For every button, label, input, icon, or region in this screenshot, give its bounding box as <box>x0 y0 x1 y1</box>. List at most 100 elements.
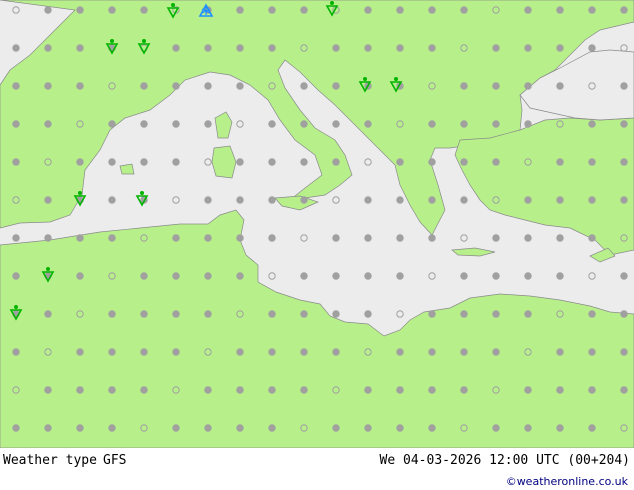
weather-dot <box>108 348 116 356</box>
weather-dot <box>76 82 84 90</box>
weather-dot <box>300 348 308 356</box>
weather-dot <box>492 272 500 280</box>
weather-dot <box>556 82 564 90</box>
weather-dot <box>588 348 596 356</box>
weather-dot <box>300 196 308 204</box>
weather-dot <box>204 386 212 394</box>
weather-dot <box>172 82 180 90</box>
weather-dot <box>204 310 212 318</box>
weather-dot <box>524 272 532 280</box>
weather-dot <box>172 120 180 128</box>
weather-dot <box>140 120 148 128</box>
weather-dot <box>524 82 532 90</box>
weather-dot <box>524 196 532 204</box>
weather-dot <box>428 196 436 204</box>
weather-dot <box>428 6 436 14</box>
weather-dot <box>588 310 596 318</box>
weather-dot <box>588 424 596 432</box>
weather-dot <box>620 120 628 128</box>
weather-dot <box>268 120 276 128</box>
weather-dot <box>44 44 52 52</box>
weather-dot <box>140 6 148 14</box>
weather-dot <box>460 120 468 128</box>
weather-dot <box>428 386 436 394</box>
weather-dot <box>108 234 116 242</box>
weather-dot <box>172 348 180 356</box>
weather-dot <box>460 386 468 394</box>
weather-dot <box>204 196 212 204</box>
weather-dot <box>236 82 244 90</box>
weather-dot <box>524 120 532 128</box>
weather-dot <box>300 386 308 394</box>
weather-dot <box>236 44 244 52</box>
weather-dot <box>108 386 116 394</box>
weather-dot <box>268 158 276 166</box>
weather-dot <box>268 196 276 204</box>
weather-dot <box>172 424 180 432</box>
weather-dot <box>236 348 244 356</box>
weather-dot <box>44 196 52 204</box>
weather-dot <box>428 310 436 318</box>
weather-map <box>0 0 634 448</box>
weather-dot <box>620 82 628 90</box>
weather-dot <box>268 386 276 394</box>
credit-link[interactable]: ©weatheronline.co.uk <box>506 475 628 488</box>
weather-dot <box>588 44 596 52</box>
weather-dot <box>300 158 308 166</box>
weather-dot <box>460 310 468 318</box>
weather-dot <box>396 158 404 166</box>
weather-dot <box>268 6 276 14</box>
datetime-label: We 04-03-2026 12:00 UTC (00+204) <box>379 453 630 468</box>
weather-dot <box>44 6 52 14</box>
weather-dot <box>332 120 340 128</box>
weather-dot <box>588 196 596 204</box>
weather-dot <box>236 196 244 204</box>
weather-dot <box>332 272 340 280</box>
weather-dot <box>12 82 20 90</box>
weather-dot <box>364 44 372 52</box>
weather-dot <box>460 6 468 14</box>
weather-dot <box>524 234 532 242</box>
weather-dot <box>364 424 372 432</box>
model-label: GFS <box>103 453 127 468</box>
weather-dot <box>140 310 148 318</box>
weather-dot <box>76 44 84 52</box>
weather-dot <box>268 44 276 52</box>
weather-dot <box>300 272 308 280</box>
weather-dot <box>108 424 116 432</box>
weather-dot <box>396 6 404 14</box>
weather-dot <box>492 310 500 318</box>
weather-dot <box>428 234 436 242</box>
weather-dot <box>524 386 532 394</box>
weather-dot <box>268 348 276 356</box>
weather-dot <box>396 272 404 280</box>
weather-dot <box>396 234 404 242</box>
weather-dot <box>492 234 500 242</box>
weather-dot <box>236 272 244 280</box>
weather-dot <box>76 386 84 394</box>
weather-dot <box>492 120 500 128</box>
weather-dot <box>76 158 84 166</box>
weather-dot <box>588 120 596 128</box>
weather-dot <box>364 6 372 14</box>
legend-label: Weather type <box>3 453 97 468</box>
weather-dot <box>364 196 372 204</box>
weather-dot <box>428 120 436 128</box>
weather-dot <box>204 44 212 52</box>
weather-dot <box>140 348 148 356</box>
weather-dot <box>332 234 340 242</box>
weather-dot <box>364 120 372 128</box>
weather-dot <box>556 424 564 432</box>
weather-dot <box>588 234 596 242</box>
weather-dot <box>108 6 116 14</box>
weather-dot <box>396 348 404 356</box>
weather-dot <box>364 272 372 280</box>
weather-dot <box>556 348 564 356</box>
weather-dot <box>76 6 84 14</box>
weather-dot <box>44 234 52 242</box>
weather-dot <box>524 310 532 318</box>
weather-dot <box>556 44 564 52</box>
weather-dot <box>524 424 532 432</box>
weather-dot <box>492 158 500 166</box>
weather-dot <box>300 82 308 90</box>
